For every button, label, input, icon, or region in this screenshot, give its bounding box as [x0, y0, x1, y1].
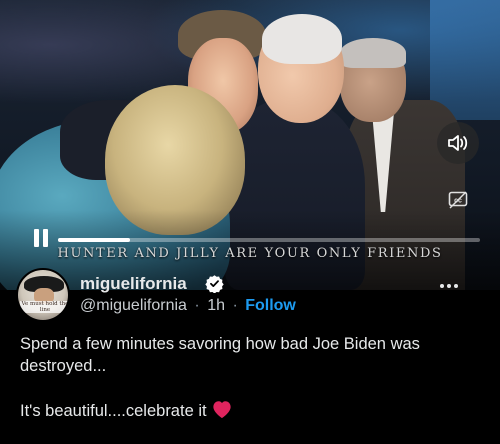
separator: ·: [232, 297, 238, 314]
figure-hair: [340, 38, 406, 68]
post-text-line: Spend a few minutes savoring how bad Joe…: [20, 335, 420, 375]
post-text-content: It's beautiful....celebrate it: [20, 402, 207, 420]
avatar[interactable]: Ve must hold the line: [16, 268, 70, 322]
more-options-icon[interactable]: [440, 284, 458, 288]
post-meta: @miguelifornia · 1h · Follow: [80, 297, 296, 315]
more-dot: [440, 284, 444, 288]
cc-icon: cc: [448, 191, 468, 209]
more-dot: [447, 284, 451, 288]
pause-button[interactable]: [34, 229, 50, 247]
speaker-icon: [448, 135, 468, 151]
figure-white-hair: [262, 14, 342, 64]
pause-icon-bar: [34, 229, 39, 247]
separator: ·: [194, 297, 200, 314]
video-player[interactable]: cc HUNTER AND JILLY ARE YOUR ONLY FRIEND…: [0, 0, 500, 290]
timestamp[interactable]: 1h: [207, 297, 225, 314]
handle[interactable]: @miguelifornia: [80, 297, 187, 314]
display-name[interactable]: miguelifornia: [80, 274, 187, 294]
verified-badge-icon: [205, 275, 224, 293]
heart-icon: [212, 401, 231, 419]
follow-button[interactable]: Follow: [245, 297, 296, 314]
more-dot: [454, 284, 458, 288]
volume-button[interactable]: [437, 122, 479, 164]
video-caption: HUNTER AND JILLY ARE YOUR ONLY FRIENDS: [57, 246, 443, 261]
video-progress-bar[interactable]: [58, 238, 480, 242]
pause-icon-bar: [43, 229, 48, 247]
captions-button[interactable]: cc: [446, 190, 470, 210]
post-text: Spend a few minutes savoring how bad Joe…: [20, 333, 490, 444]
post-text-line: It's beautiful....celebrate it: [20, 399, 490, 422]
video-progress-fill: [58, 238, 130, 242]
avatar-text: Ve must hold the line: [20, 301, 69, 313]
